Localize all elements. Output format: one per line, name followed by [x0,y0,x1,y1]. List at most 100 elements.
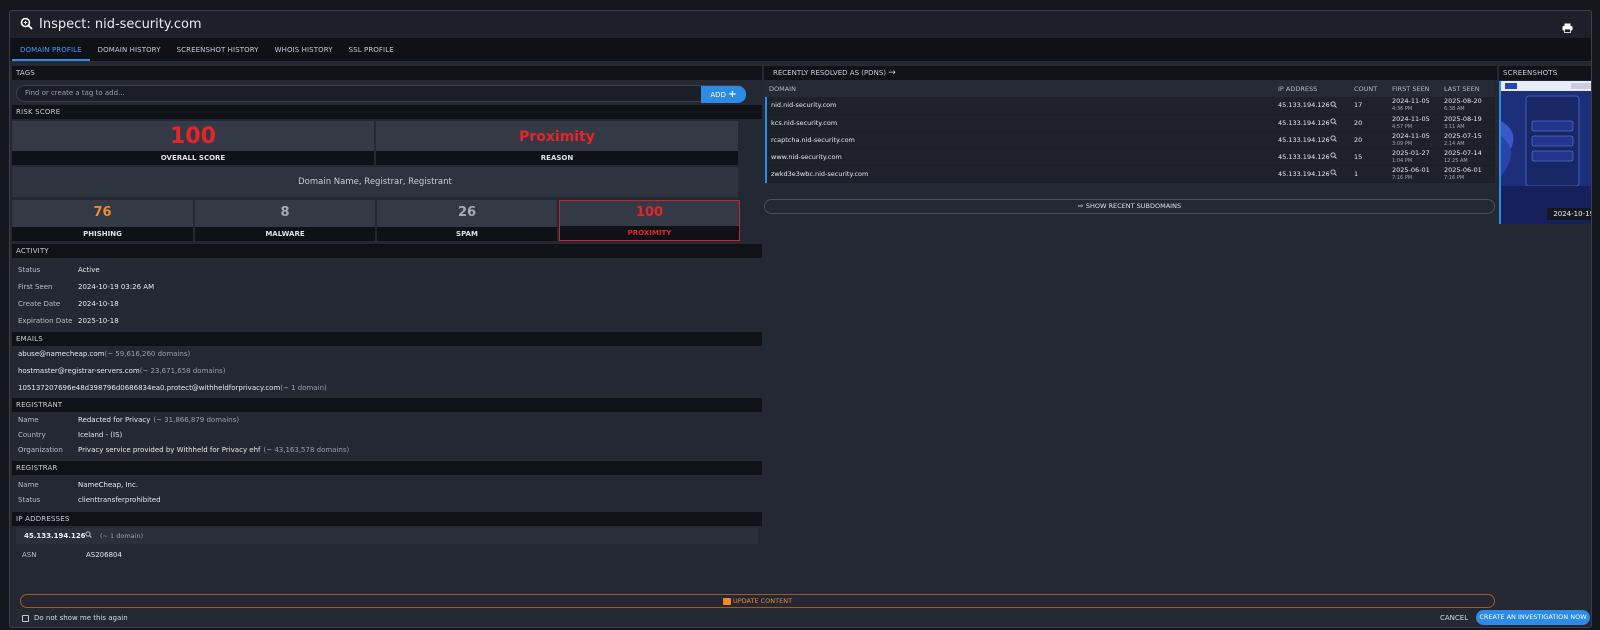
registrant-row: Organization Privacy service provided by … [12,442,762,457]
email-address: abuse@namecheap.com [18,350,105,358]
last-seen-time: 12:25 AM [1444,157,1468,164]
col-domain: DOMAIN [766,80,1278,97]
first-seen-time: 7:16 PM [1392,174,1413,181]
screenshot-date: 2024-10-19 [1547,208,1591,220]
pdns-table: DOMAIN IP ADDRESS COUNT FIRST SEEN LAST … [765,80,1495,183]
registrar-key: Name [18,480,39,489]
email-row[interactable]: hostmaster@registrar-servers.com(~ 23,67… [12,363,762,380]
pdns-row[interactable]: kcs.nid-security.com 45.133.194.126 20 2024… [765,114,1495,132]
pdns-count: 15 [1354,148,1392,166]
pdns-first-seen: 2024-11-05 4:57 PM [1392,114,1444,132]
pdns-domain[interactable]: rcaptcha.nid-security.com [765,131,1278,149]
pdns-lookup-icon[interactable] [1330,165,1354,183]
show-subdomains-label: SHOW RECENT SUBDOMAINS [1085,202,1182,210]
pdns-row[interactable]: www.nid-security.com 45.133.194.126 15 2025… [765,148,1495,166]
cancel-button[interactable]: CANCEL [1440,614,1468,622]
last-seen-date: 2025-07-15 [1444,131,1482,140]
pdns-ip[interactable]: 45.133.194.126 [1278,148,1330,166]
screenshot-thumbnail[interactable]: 2024-10-19 [1499,81,1591,224]
col-lookup [1330,80,1354,97]
ip-row: 45.133.194.126 (~ 1 domain) [16,528,758,544]
pdns-row[interactable]: zwkd3e3wbc.nid-security.com 45.133.194.12… [765,165,1495,183]
dont-show-label: Do not show me this again [34,614,128,622]
pdns-count: 20 [1354,114,1392,132]
ip-lookup-icon[interactable] [85,528,92,544]
activity-row: Expiration Date 2025-10-18 [12,312,762,329]
dont-show-checkbox[interactable] [22,615,29,622]
arrow-right-icon: → [888,68,896,78]
footer: Do not show me this again CANCEL CREATE … [10,610,1591,627]
tab-domain-history[interactable]: DOMAIN HISTORY [90,46,169,61]
pdns-count: 17 [1354,97,1392,115]
reason-box: Proximity REASON [376,121,738,165]
pdns-lookup-icon[interactable] [1330,114,1354,132]
registrant-value[interactable]: Redacted for Privacy [78,416,150,424]
ip-address[interactable]: 45.133.194.126 [24,528,86,544]
phishing-value: 76 [93,205,112,220]
pdns-lookup-icon[interactable] [1330,131,1354,149]
last-seen-time: 3:11 AM [1444,123,1465,130]
activity-value: 2024-10-19 03:26 AM [78,282,155,291]
window-title: Inspect: nid-security.com [39,17,202,32]
activity-key: Create Date [18,299,61,308]
pdns-panel: RECENTLY RESOLVED AS (PDNS) → DOMAIN IP … [764,66,1497,183]
update-content-label: UPDATE CONTENT [732,597,793,605]
pdns-lookup-icon[interactable] [1330,148,1354,166]
tab-ssl-profile[interactable]: SSL PROFILE [341,46,402,61]
calendar-icon [722,597,731,605]
pdns-ip[interactable]: 45.133.194.126 [1278,97,1330,115]
reason-label: REASON [376,151,738,165]
pdns-ip[interactable]: 45.133.194.126 [1278,165,1330,183]
risk-score-header: RISK SCORE [12,105,762,119]
pdns-row[interactable]: rcaptcha.nid-security.com 45.133.194.126 2… [765,131,1495,149]
spam-box: 26 SPAM [377,200,557,241]
screenshots-header: SCREENSHOTS [1499,66,1591,80]
tab-screenshot-history[interactable]: SCREENSHOT HISTORY [169,46,267,61]
registrant-value[interactable]: Privacy service provided by Withheld for… [78,446,261,454]
registrar-value[interactable]: NameCheap, Inc. [78,481,138,489]
pdns-domain[interactable]: nid.nid-security.com [765,97,1278,115]
tag-search-input[interactable]: Find or create a tag to add... [16,85,746,102]
add-tag-button[interactable]: ADD + [701,86,746,103]
ip-addresses-header: IP ADDRESSES [12,512,762,526]
print-icon[interactable] [1562,18,1573,37]
tab-whois-history[interactable]: WHOIS HISTORY [267,46,341,61]
tab-domain-profile[interactable]: DOMAIN PROFILE [12,46,90,61]
pdns-domain[interactable]: zwkd3e3wbc.nid-security.com [765,165,1278,183]
email-row[interactable]: abuse@namecheap.com(~ 59,616,260 domains… [12,346,762,363]
last-seen-time: 6:38 AM [1444,106,1465,113]
asn-value: AS206804 [86,550,122,559]
inspect-icon [20,15,33,34]
pdns-last-seen: 2025-08-19 3:11 AM [1444,114,1495,132]
proximity-label: PROXIMITY [560,226,739,240]
pdns-ip[interactable]: 45.133.194.126 [1278,114,1330,132]
registrar-row: Name NameCheap, Inc. [12,477,762,492]
malware-box: 8 MALWARE [195,200,375,241]
show-recent-subdomains-button[interactable]: ⇨ SHOW RECENT SUBDOMAINS [764,199,1495,214]
registrant-key: Country [18,430,46,439]
pdns-row[interactable]: nid.nid-security.com 45.133.194.126 17 2024… [765,97,1495,115]
emails-header: EMAILS [12,332,762,346]
pdns-header[interactable]: RECENTLY RESOLVED AS (PDNS) → [764,66,1497,80]
last-seen-date: 2025-08-19 [1444,114,1482,123]
activity-row: Create Date 2024-10-18 [12,295,762,312]
registrant-value: Iceland - (IS) [78,430,123,439]
last-seen-date: 2025-08-20 [1444,97,1482,106]
col-first-seen: FIRST SEEN [1392,80,1444,97]
pdns-ip[interactable]: 45.133.194.126 [1278,131,1330,149]
update-content-button[interactable]: UPDATE CONTENT [20,594,1495,608]
overall-score-value: 100 [170,124,216,149]
activity-value: 2024-10-18 [78,299,119,308]
activity-row: First Seen 2024-10-19 03:26 AM [12,278,762,295]
pdns-domain[interactable]: kcs.nid-security.com [765,114,1278,132]
create-investigation-button[interactable]: CREATE AN INVESTIGATION NOW [1476,610,1590,625]
first-seen-time: 4:57 PM [1392,123,1413,130]
pdns-lookup-icon[interactable] [1330,97,1354,115]
registrar-header: REGISTRAR [12,461,762,475]
email-count: (~ 23,671,658 domains) [139,367,226,375]
first-seen-time: 1:04 PM [1392,157,1413,164]
pdns-first-seen: 2024-11-05 4:36 PM [1392,97,1444,115]
email-row[interactable]: 105137207696e48d398796d0686834ea0.protec… [12,380,762,397]
pdns-domain[interactable]: www.nid-security.com [765,148,1278,166]
phishing-label: PHISHING [12,227,193,241]
